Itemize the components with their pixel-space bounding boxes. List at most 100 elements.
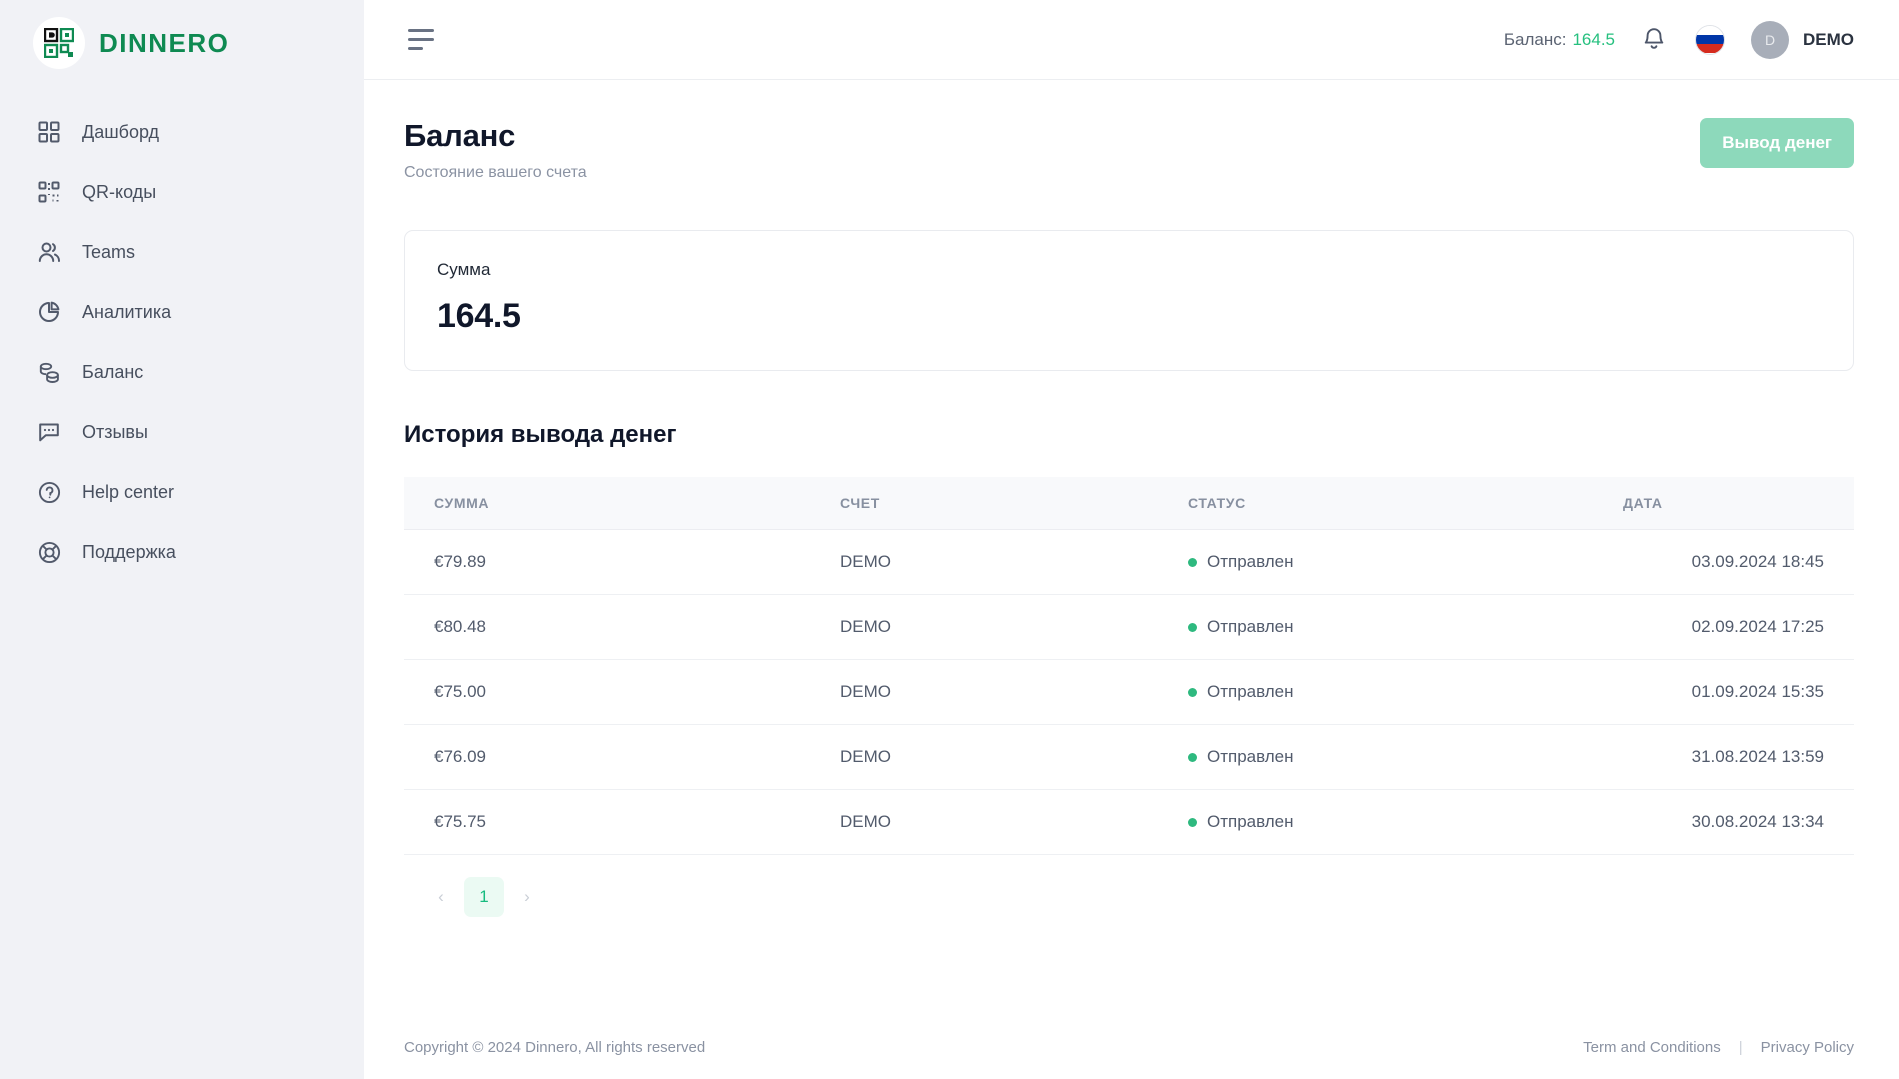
status-dot-icon	[1188, 687, 1197, 697]
cell-status: Отправлен	[1158, 529, 1593, 595]
status-label: Отправлен	[1207, 812, 1294, 831]
terms-and-conditions-link[interactable]: Term and Conditions	[1583, 1039, 1721, 1056]
withdraw-money-button[interactable]: Вывод денег	[1700, 118, 1854, 168]
hamburger-bar	[408, 29, 434, 32]
cell-status: Отправлен	[1158, 594, 1593, 660]
hamburger-bar	[408, 38, 434, 41]
withdrawal-history-table: СУММА СЧЕТ СТАТУС ДАТА €79.89 DEMO Отпра…	[404, 477, 1854, 855]
flag-band-blue	[1696, 34, 1724, 45]
sidebar-item-help-center[interactable]: Help center	[0, 462, 364, 522]
sidebar-item-label: Поддержка	[82, 541, 176, 562]
pagination: ‹ 1 ›	[404, 877, 1854, 917]
page-subtitle: Состояние вашего счета	[404, 164, 587, 181]
table-row[interactable]: €75.00 DEMO Отправлен 01.09.2024 15:35	[404, 659, 1854, 725]
cell-account: DEMO	[810, 724, 1158, 790]
cell-amount: €79.89	[404, 529, 810, 595]
status-label: Отправлен	[1207, 617, 1294, 636]
topbar-right-group: Баланс: 164.5 D DEMO	[1504, 20, 1854, 59]
cell-account: DEMO	[810, 659, 1158, 725]
footer-links: Term and Conditions | Privacy Policy	[1583, 1039, 1854, 1056]
page-header: Баланс Состояние вашего счета Вывод дене…	[404, 118, 1854, 182]
privacy-policy-link[interactable]: Privacy Policy	[1761, 1039, 1854, 1056]
sidebar-item-label: Help center	[82, 481, 175, 502]
amount-card-value: 164.5	[437, 297, 521, 335]
page-content: Баланс Состояние вашего счета Вывод дене…	[364, 80, 1899, 1079]
cell-amount: €75.75	[404, 789, 810, 855]
topbar-balance-label: Баланс:	[1503, 29, 1567, 49]
table-row[interactable]: €79.89 DEMO Отправлен 03.09.2024 18:45	[404, 529, 1854, 595]
cell-amount: €80.48	[404, 594, 810, 660]
amount-card: Сумма 164.5	[404, 230, 1854, 371]
sidebar-item-analytics[interactable]: Аналитика	[0, 282, 364, 342]
app-root: DINNERO Дашборд QR-коды Teams Аналитика …	[0, 0, 1899, 1079]
avatar: D	[1751, 20, 1789, 59]
sidebar-item-label: Teams	[82, 241, 136, 262]
sidebar-item-teams[interactable]: Teams	[0, 222, 364, 282]
question-circle-icon	[36, 479, 62, 505]
table-row[interactable]: €75.75 DEMO Отправлен 30.08.2024 13:34	[404, 789, 1854, 855]
brand-logo-block[interactable]: DINNERO	[0, 8, 364, 78]
sidebar-item-support[interactable]: Поддержка	[0, 522, 364, 582]
table-header-row: СУММА СЧЕТ СТАТУС ДАТА	[404, 477, 1854, 530]
footer-copyright: Copyright © 2024 Dinnero, All rights res…	[404, 1038, 706, 1056]
status-dot-icon	[1188, 817, 1197, 827]
table-row[interactable]: €76.09 DEMO Отправлен 31.08.2024 13:59	[404, 724, 1854, 790]
brand-name: DINNERO	[99, 27, 230, 58]
hamburger-bar	[408, 47, 423, 50]
russia-flag-icon[interactable]	[1695, 24, 1725, 55]
cell-amount: €75.00	[404, 659, 810, 725]
chevron-right-icon[interactable]: ›	[510, 880, 544, 914]
cell-date: 30.08.2024 13:34	[1593, 789, 1854, 855]
sidebar-item-label: Отзывы	[82, 421, 148, 442]
sidebar-item-label: Аналитика	[82, 301, 172, 322]
qr-code-icon	[36, 179, 62, 205]
sidebar-item-qr-codes[interactable]: QR-коды	[0, 162, 364, 222]
topbar: Баланс: 164.5 D DEMO	[364, 0, 1899, 80]
history-section-title: История вывода денег	[404, 421, 677, 448]
sidebar: DINNERO Дашборд QR-коды Teams Аналитика …	[0, 0, 364, 1079]
column-header-account: СЧЕТ	[810, 477, 1158, 530]
sidebar-item-dashboard[interactable]: Дашборд	[0, 102, 364, 162]
status-label: Отправлен	[1207, 552, 1294, 571]
sidebar-nav: Дашборд QR-коды Teams Аналитика Баланс О…	[0, 102, 364, 582]
cell-date: 02.09.2024 17:25	[1593, 594, 1854, 660]
topbar-balance: Баланс: 164.5	[1504, 30, 1615, 50]
sidebar-item-reviews[interactable]: Отзывы	[0, 402, 364, 462]
cell-status: Отправлен	[1158, 659, 1593, 725]
page-number-1[interactable]: 1	[464, 877, 504, 917]
footer: Copyright © 2024 Dinnero, All rights res…	[364, 1015, 1899, 1079]
cell-amount: €76.09	[404, 724, 810, 790]
cell-date: 03.09.2024 18:45	[1593, 529, 1854, 595]
cell-status: Отправлен	[1158, 789, 1593, 855]
user-name: DEMO	[1803, 29, 1854, 49]
status-dot-icon	[1188, 622, 1197, 632]
sidebar-item-balance[interactable]: Баланс	[0, 342, 364, 402]
status-dot-icon	[1188, 557, 1197, 567]
status-label: Отправлен	[1207, 682, 1294, 701]
column-header-amount: СУММА	[404, 477, 810, 530]
pie-chart-icon	[36, 299, 62, 325]
hamburger-icon[interactable]	[404, 23, 438, 56]
table-row[interactable]: €80.48 DEMO Отправлен 02.09.2024 17:25	[404, 594, 1854, 660]
chat-bubble-icon	[36, 419, 62, 445]
chevron-left-icon[interactable]: ‹	[424, 880, 458, 914]
user-menu[interactable]: D DEMO	[1751, 20, 1854, 59]
coins-icon	[36, 359, 62, 385]
users-icon	[36, 239, 62, 265]
table-body: €79.89 DEMO Отправлен 03.09.2024 18:45 €…	[404, 529, 1854, 855]
sidebar-item-label: QR-коды	[82, 181, 157, 202]
table-head: СУММА СЧЕТ СТАТУС ДАТА	[404, 477, 1854, 530]
page-heading-group: Баланс Состояние вашего счета	[404, 118, 587, 182]
cell-account: DEMO	[810, 789, 1158, 855]
amount-card-label: Сумма	[437, 260, 491, 279]
qr-code-logo-icon	[33, 17, 85, 69]
bell-icon[interactable]	[1641, 26, 1669, 54]
column-header-status: СТАТУС	[1158, 477, 1593, 530]
cell-account: DEMO	[810, 529, 1158, 595]
cell-date: 31.08.2024 13:59	[1593, 724, 1854, 790]
status-label: Отправлен	[1207, 747, 1294, 766]
page-title: Баланс	[404, 118, 516, 153]
sidebar-item-label: Баланс	[82, 361, 144, 382]
flag-band-white	[1696, 25, 1724, 35]
flag-band-red	[1696, 44, 1724, 54]
